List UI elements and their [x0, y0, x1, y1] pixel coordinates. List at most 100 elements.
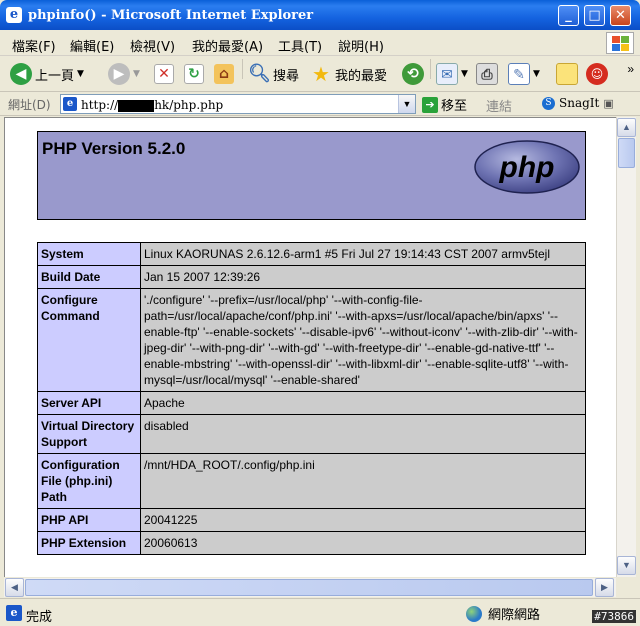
chevron-down-icon[interactable]: ▼ [461, 69, 468, 79]
security-zone: 網際網路 [466, 604, 540, 623]
menu-view[interactable]: 檢視(V) [130, 36, 175, 55]
menu-edit[interactable]: 編輯(E) [70, 36, 114, 55]
mail-icon: ✉ [436, 63, 458, 85]
page-content: PHP Version 5.2.0 php System Linux KAORUN… [4, 117, 616, 577]
address-url[interactable]: http:// hk/php.php [81, 98, 223, 112]
table-row: PHP Extension 20060613 [37, 531, 586, 555]
page-icon: e [63, 97, 77, 111]
scroll-down-icon[interactable]: ▼ [617, 556, 636, 575]
menu-tools[interactable]: 工具(T) [278, 36, 322, 55]
status-text: 完成 [26, 610, 53, 625]
back-label: 上一頁 [35, 68, 75, 84]
url-prefix: http:// [81, 98, 119, 112]
table-row: Build Date Jan 15 2007 12:39:26 [37, 265, 586, 289]
scroll-right-icon[interactable]: ▶ [595, 578, 614, 597]
capture-icon[interactable]: ▣ [603, 97, 613, 110]
row-key: Configuration File (php.ini) Path [37, 453, 141, 509]
refresh-icon: ↻ [184, 64, 204, 84]
horizontal-scrollbar[interactable]: ◀ ▶ [4, 578, 616, 597]
address-input[interactable]: e http:// hk/php.php ▼ [60, 94, 416, 114]
redacted-block [118, 99, 155, 112]
row-key: Configure Command [37, 288, 141, 392]
home-icon: ⌂ [214, 64, 234, 84]
row-value: 20041225 [140, 508, 586, 532]
go-button[interactable]: ➔ 移至 [422, 95, 467, 114]
favorites-button[interactable]: ★ 我的最愛 [310, 60, 387, 88]
row-key: Virtual Directory Support [37, 414, 141, 454]
row-key: PHP API [37, 508, 141, 532]
scroll-corner [616, 578, 636, 597]
print-icon: ⎙ [476, 63, 498, 85]
back-button[interactable]: ◀ 上一頁 ▼ [10, 60, 84, 88]
zone-label: 網際網路 [488, 608, 541, 623]
close-button[interactable]: ✕ [610, 5, 631, 26]
forward-button[interactable]: ▶ ▼ [108, 60, 140, 88]
vertical-scroll-thumb[interactable] [618, 138, 635, 168]
toolbar-divider [242, 59, 243, 79]
refresh-button[interactable]: ↻ [184, 60, 204, 88]
page-done-icon: e [6, 605, 22, 621]
print-button[interactable]: ⎙ [476, 60, 498, 88]
php-logo-text: php [499, 151, 555, 184]
stop-button[interactable]: ✕ [154, 60, 174, 88]
watermark: #73866 [592, 610, 636, 623]
forward-arrow-icon: ▶ [108, 63, 130, 85]
address-dropdown-icon[interactable]: ▼ [398, 95, 415, 113]
row-value: disabled [140, 414, 586, 454]
menu-file[interactable]: 檔案(F) [12, 36, 56, 55]
title-bar: e phpinfo() - Microsoft Internet Explore… [0, 0, 640, 30]
row-value: Apache [140, 391, 586, 415]
table-row: Configuration File (php.ini) Path/mnt/HD… [37, 453, 586, 509]
search-label: 搜尋 [273, 68, 300, 84]
menu-favorites[interactable]: 我的最愛(A) [192, 36, 263, 55]
table-row: System Linux KAORUNAS 2.6.12.6-arm1 #5 Fr… [37, 242, 586, 266]
menu-help[interactable]: 說明(H) [338, 36, 384, 55]
php-version-title: PHP Version 5.2.0 [42, 139, 186, 158]
messenger-icon: ☺ [586, 63, 608, 85]
table-row: Server API Apache [37, 391, 586, 415]
globe-icon [466, 605, 482, 622]
home-button[interactable]: ⌂ [214, 60, 234, 88]
row-value: './configure' '--prefix=/usr/local/php' … [140, 288, 586, 392]
search-icon: 🔍︎ [248, 63, 271, 84]
url-suffix: hk/php.php [154, 98, 224, 112]
history-button[interactable]: ⟲ [402, 60, 424, 88]
row-key: System [37, 242, 141, 266]
windows-logo-icon [606, 32, 634, 54]
scroll-up-icon[interactable]: ▲ [617, 118, 636, 137]
horizontal-scroll-thumb[interactable] [25, 579, 593, 596]
snagit-label: SnagIt [559, 96, 600, 110]
chevron-down-icon[interactable]: ▼ [533, 69, 540, 79]
row-value: Linux KAORUNAS 2.6.12.6-arm1 #5 Fri Jul … [140, 242, 586, 266]
links-button[interactable]: 連結 [486, 96, 512, 115]
table-row: Configure Command './configure' '--prefix… [37, 288, 586, 392]
edit-button[interactable]: ✎ ▼ [508, 60, 540, 88]
toolbar-more[interactable]: » [627, 62, 634, 76]
toolbar: ◀ 上一頁 ▼ ▶ ▼ ✕ ↻ ⌂ 🔍︎ 搜尋 ★ 我的最愛 ⟲ ✉ ▼ ⎙ ✎… [0, 56, 640, 92]
php-version-header: PHP Version 5.2.0 php [37, 131, 586, 220]
row-value: Jan 15 2007 12:39:26 [140, 265, 586, 289]
phpinfo-table: System Linux KAORUNAS 2.6.12.6-arm1 #5 Fr… [37, 242, 586, 555]
back-arrow-icon: ◀ [10, 63, 32, 85]
address-bar: 網址(D) e http:// hk/php.php ▼ ➔ 移至 連結 S Sn… [0, 92, 640, 116]
scroll-left-icon[interactable]: ◀ [5, 578, 24, 597]
go-arrow-icon: ➔ [422, 96, 438, 113]
snagit-icon: S [542, 96, 555, 110]
window-title: phpinfo() - Microsoft Internet Explorer [28, 8, 314, 23]
snagit-button[interactable]: S SnagIt ▣ [542, 96, 614, 110]
maximize-button[interactable]: □ [584, 5, 605, 26]
search-button[interactable]: 🔍︎ 搜尋 [248, 60, 299, 88]
chevron-down-icon[interactable]: ▼ [133, 69, 140, 79]
vertical-scrollbar[interactable]: ▲ ▼ [616, 117, 636, 577]
star-icon: ★ [312, 62, 330, 86]
ie-icon: e [6, 7, 22, 23]
minimize-button[interactable]: _ [558, 5, 579, 26]
edit-icon: ✎ [508, 63, 530, 85]
discuss-button[interactable] [556, 60, 578, 88]
chevron-down-icon[interactable]: ▼ [77, 69, 84, 79]
table-row: Virtual Directory Support disabled [37, 414, 586, 454]
messenger-button[interactable]: ☺ [586, 60, 608, 88]
menu-bar: 檔案(F) 編輯(E) 檢視(V) 我的最愛(A) 工具(T) 說明(H) [0, 30, 640, 56]
mail-button[interactable]: ✉ ▼ [436, 60, 468, 88]
row-key: PHP Extension [37, 531, 141, 555]
